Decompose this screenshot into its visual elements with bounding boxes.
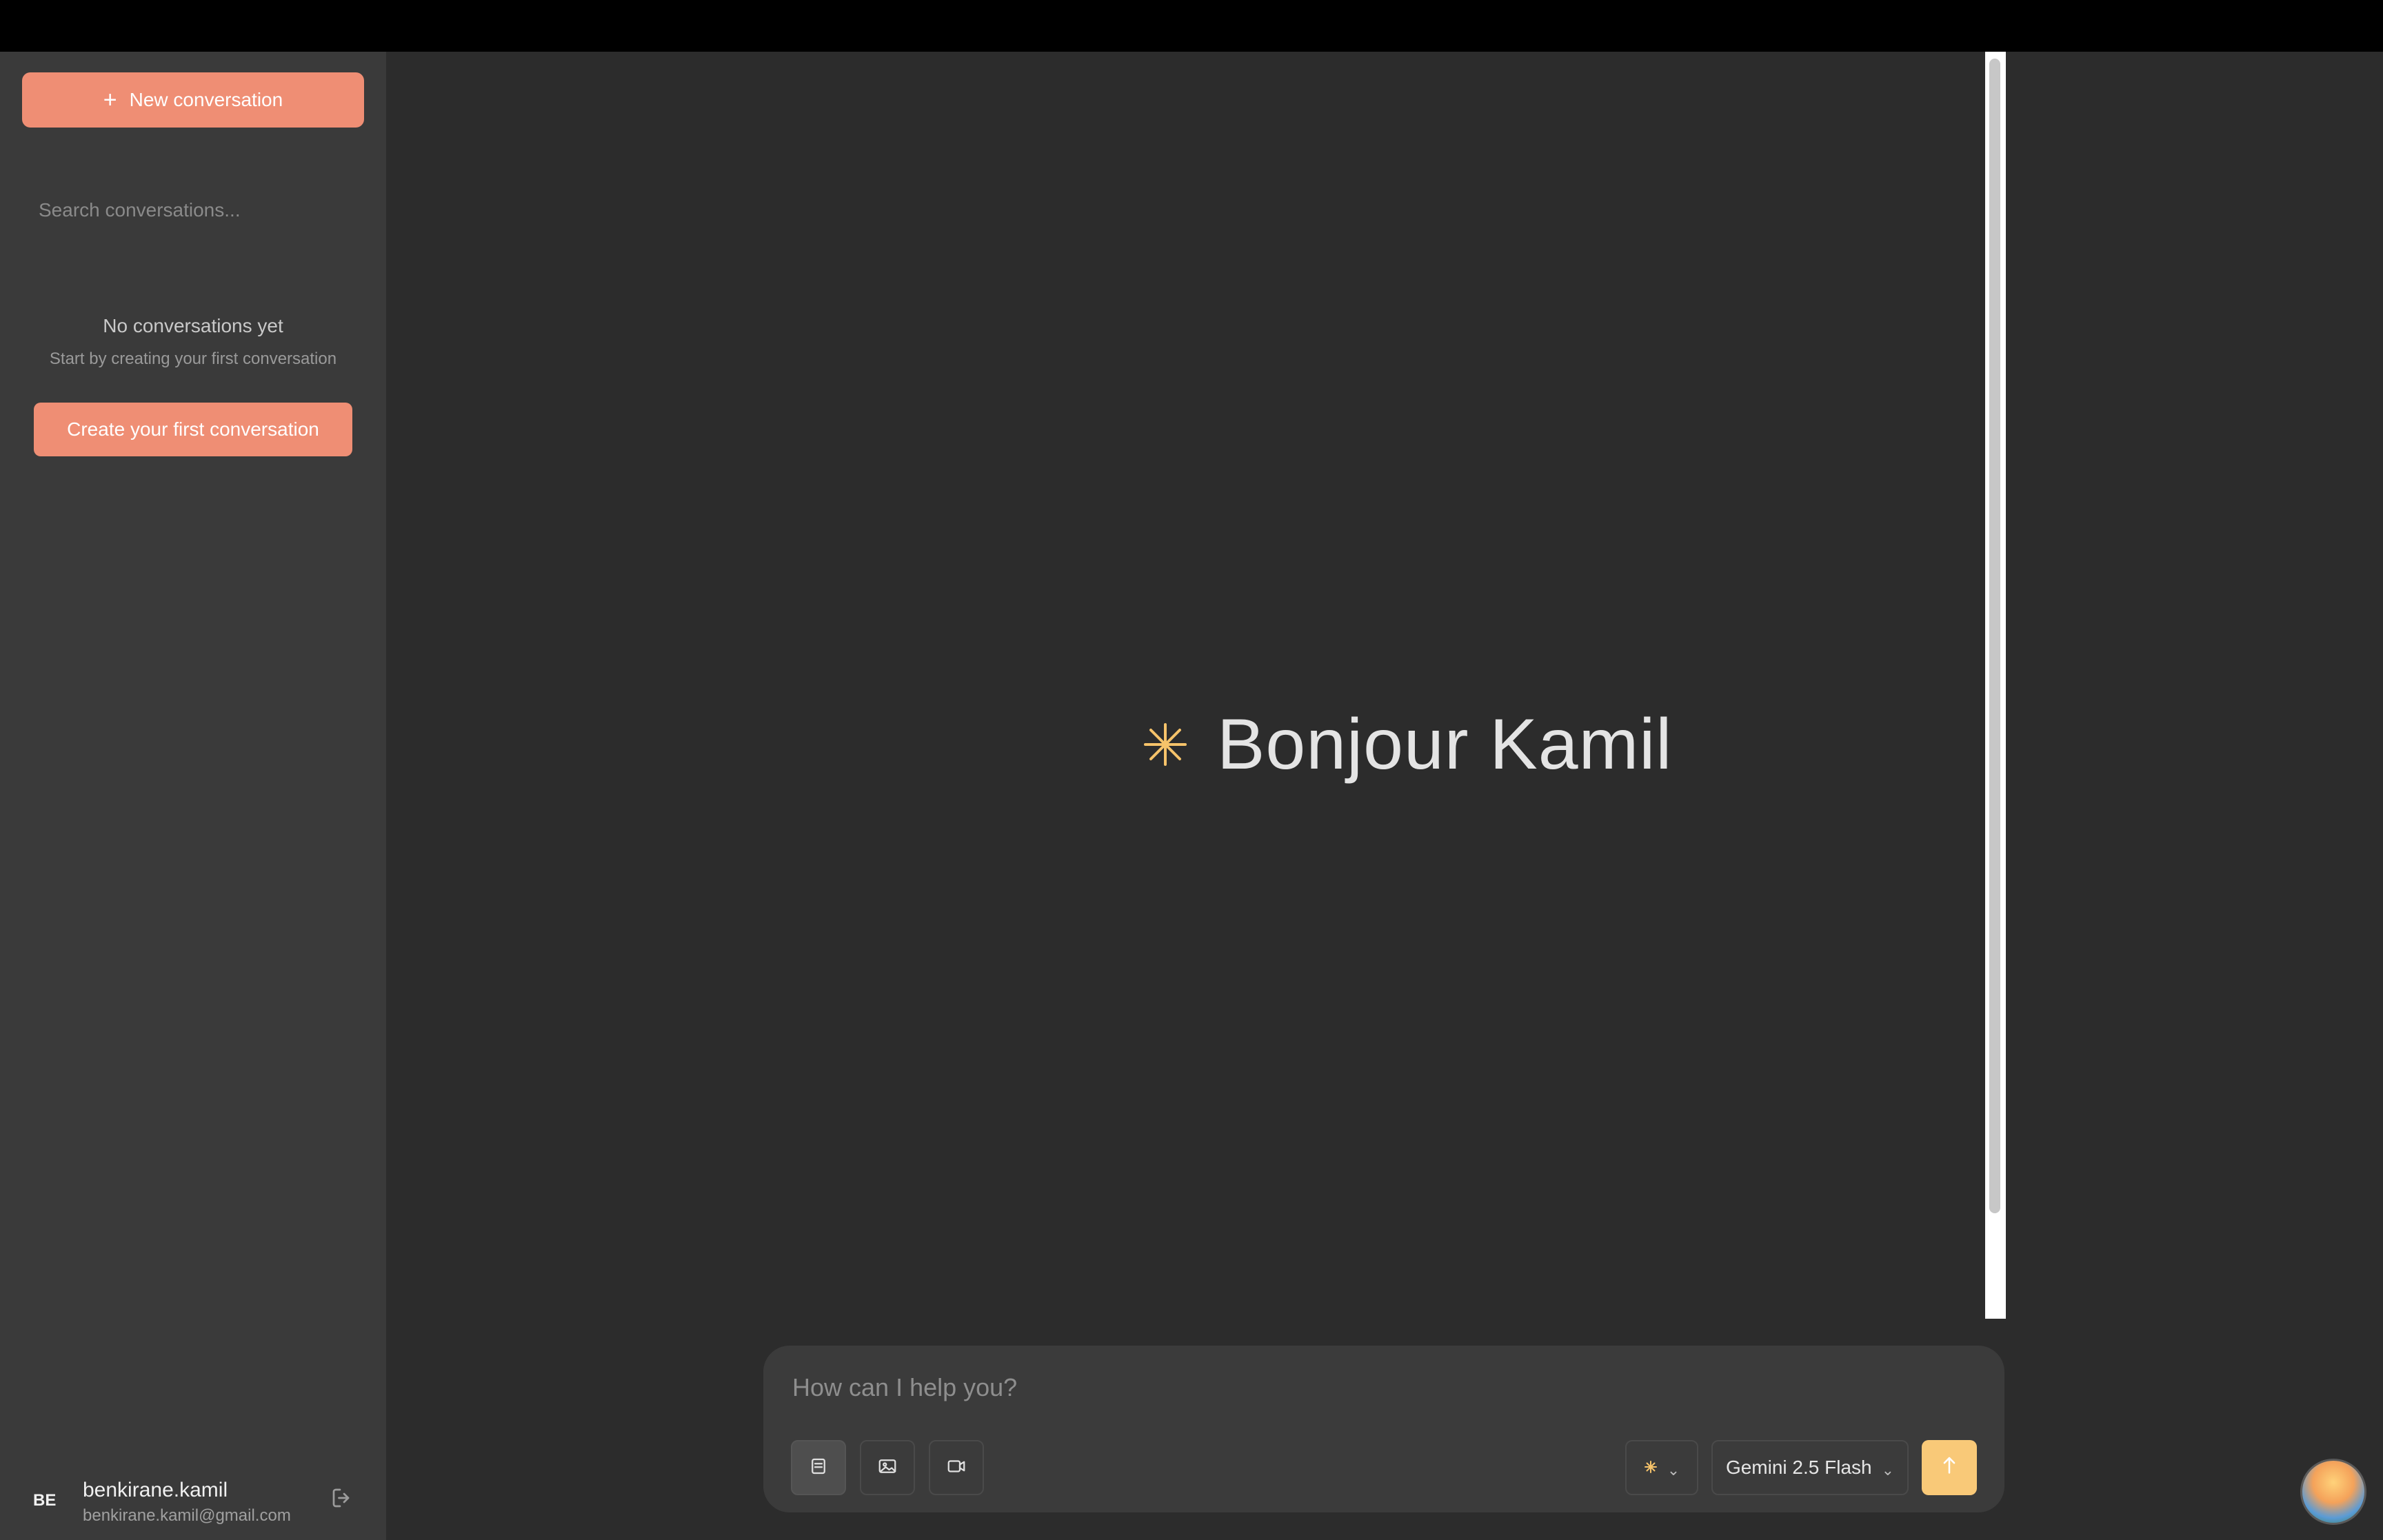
create-first-conversation-label: Create your first conversation bbox=[67, 418, 319, 440]
sparkle-icon bbox=[1141, 720, 1189, 769]
top-bar bbox=[0, 0, 2383, 52]
chevron-down-icon: ⌄ bbox=[1667, 1461, 1680, 1479]
image-mode-icon bbox=[877, 1456, 898, 1480]
user-profile: BE benkirane.kamil benkirane.kamil@gmail… bbox=[0, 1465, 386, 1534]
logout-icon[interactable] bbox=[330, 1486, 354, 1510]
prompt-input[interactable] bbox=[791, 1366, 1966, 1409]
greeting: Bonjour Kamil bbox=[1141, 696, 1672, 793]
new-conversation-button[interactable]: + New conversation bbox=[22, 72, 364, 128]
video-mode-button[interactable] bbox=[929, 1440, 984, 1495]
empty-state-subtitle: Start by creating your first conversatio… bbox=[49, 349, 337, 368]
image-mode-button[interactable] bbox=[860, 1440, 915, 1495]
plus-icon: + bbox=[103, 87, 117, 113]
send-button[interactable] bbox=[1922, 1440, 1977, 1495]
sparkle-small-icon bbox=[1644, 1457, 1658, 1479]
composer: ⌄ Gemini 2.5 Flash ⌄ bbox=[763, 1346, 2004, 1512]
search-input[interactable] bbox=[22, 190, 364, 231]
text-mode-icon bbox=[808, 1456, 829, 1480]
create-first-conversation-button[interactable]: Create your first conversation bbox=[34, 403, 352, 456]
text-mode-button[interactable] bbox=[791, 1440, 846, 1495]
style-selector[interactable]: ⌄ bbox=[1625, 1440, 1698, 1495]
model-selector[interactable]: Gemini 2.5 Flash ⌄ bbox=[1711, 1440, 1909, 1495]
empty-state-title: No conversations yet bbox=[103, 315, 283, 336]
avatar: BE bbox=[33, 1491, 57, 1510]
sidebar: + New conversation No conversations yet … bbox=[0, 52, 386, 1540]
model-label: Gemini 2.5 Flash bbox=[1725, 1457, 1872, 1478]
user-name: benkirane.kamil bbox=[83, 1479, 228, 1501]
greeting-text: Bonjour Kamil bbox=[1217, 704, 1673, 784]
arrow-up-icon bbox=[1938, 1452, 1961, 1483]
user-email: benkirane.kamil@gmail.com bbox=[83, 1506, 291, 1525]
new-conversation-label: New conversation bbox=[129, 89, 283, 110]
main-area bbox=[386, 52, 2383, 1540]
video-mode-icon bbox=[946, 1456, 967, 1480]
scrollbar-thumb[interactable] bbox=[1989, 59, 2000, 1213]
chevron-down-icon: ⌄ bbox=[1881, 1461, 1895, 1479]
assistant-avatar[interactable] bbox=[2300, 1459, 2366, 1525]
